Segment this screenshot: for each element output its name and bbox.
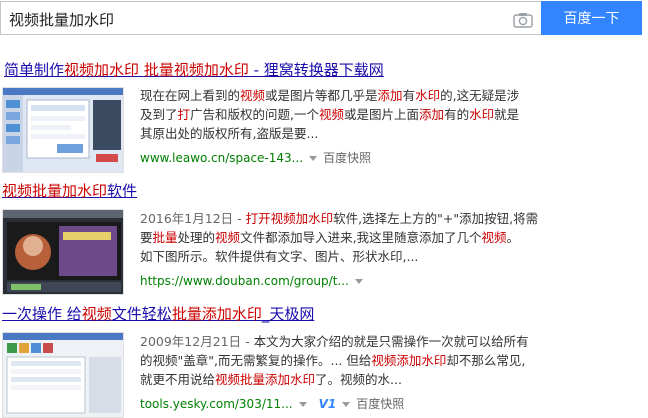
verified-badge[interactable]: V1	[319, 397, 337, 411]
result-title-link[interactable]: 一次操作 给视频文件轻松批量添加水印_天极网	[2, 304, 314, 324]
result-thumbnail[interactable]	[2, 209, 124, 295]
search-box	[0, 1, 541, 35]
result-thumbnail[interactable]	[2, 87, 124, 173]
snapshot-link[interactable]: 百度快照	[323, 151, 371, 165]
snapshot-link[interactable]: 百度快照	[356, 397, 404, 411]
result-abstract: 2016年1月12日 - 打开视频加水印软件,选择左上方的"+"添加按钮,将需 …	[140, 211, 539, 264]
result-url: https://www.douban.com/group/t...	[140, 273, 369, 289]
result-abstract: 现在在网上看到的视频或是图片等都几乎是添加有水印的,这无疑是涉 及到了打广告和版…	[140, 88, 520, 141]
result-url: tools.yesky.com/303/11... V1 百度快照	[140, 397, 405, 411]
result-thumbnail[interactable]	[2, 332, 124, 418]
result-title-link[interactable]: 简单制作视频加水印 批量视频加水印 - 狸窝转换器下载网	[4, 60, 384, 80]
result-url: www.leawo.cn/space-143... 百度快照	[140, 151, 372, 165]
result-title-link[interactable]: 视频批量加水印软件	[2, 181, 137, 201]
dropdown-arrow-icon[interactable]	[309, 155, 318, 161]
dropdown-arrow-icon[interactable]	[354, 278, 363, 284]
search-input[interactable]	[9, 8, 489, 30]
result-abstract: 2009年12月21日 - 本文为大家介绍的就是只需操作一次就可以给所有 的视频…	[140, 334, 529, 387]
search-bar: 百度一下	[0, 0, 648, 38]
camera-icon[interactable]	[513, 12, 533, 28]
search-button[interactable]: 百度一下	[541, 1, 642, 35]
